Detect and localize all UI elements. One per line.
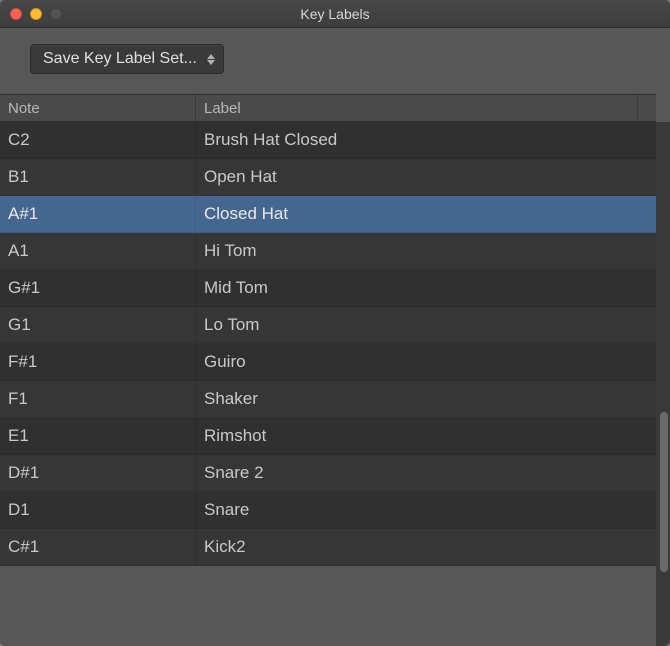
column-header-note[interactable]: Note: [0, 95, 196, 121]
table-row[interactable]: G1Lo Tom: [0, 307, 656, 344]
label-cell[interactable]: Closed Hat: [196, 204, 656, 224]
label-cell[interactable]: Kick2: [196, 537, 656, 557]
table-body: C2Brush Hat ClosedB1Open HatA#1Closed Ha…: [0, 122, 656, 566]
titlebar[interactable]: Key Labels: [0, 0, 670, 28]
note-cell[interactable]: A1: [0, 233, 196, 269]
note-cell[interactable]: D#1: [0, 455, 196, 491]
note-cell[interactable]: F1: [0, 381, 196, 417]
note-cell[interactable]: B1: [0, 159, 196, 195]
table: Note Label C2Brush Hat ClosedB1Open HatA…: [0, 94, 670, 646]
table-row[interactable]: F1Shaker: [0, 381, 656, 418]
table-row[interactable]: F#1Guiro: [0, 344, 656, 381]
table-row[interactable]: E1Rimshot: [0, 418, 656, 455]
table-row[interactable]: G#1Mid Tom: [0, 270, 656, 307]
note-cell[interactable]: G1: [0, 307, 196, 343]
label-cell[interactable]: Snare: [196, 500, 656, 520]
column-header-label[interactable]: Label: [196, 95, 638, 121]
label-cell[interactable]: Guiro: [196, 352, 656, 372]
note-cell[interactable]: C#1: [0, 529, 196, 565]
column-header-spacer: [638, 95, 656, 121]
dropdown-label: Save Key Label Set...: [43, 50, 197, 68]
table-row[interactable]: D#1Snare 2: [0, 455, 656, 492]
table-row[interactable]: A#1Closed Hat: [0, 196, 656, 233]
table-row[interactable]: C#1Kick2: [0, 529, 656, 566]
label-cell[interactable]: Brush Hat Closed: [196, 130, 656, 150]
note-cell[interactable]: C2: [0, 122, 196, 158]
scrollbar-track[interactable]: [656, 122, 670, 646]
note-cell[interactable]: A#1: [0, 196, 196, 232]
key-labels-window: Key Labels Save Key Label Set... Note La…: [0, 0, 670, 646]
minimize-window-button[interactable]: [30, 8, 42, 20]
window-title: Key Labels: [0, 6, 670, 22]
toolbar: Save Key Label Set...: [0, 28, 670, 94]
zoom-window-button: [50, 8, 62, 20]
label-cell[interactable]: Lo Tom: [196, 315, 656, 335]
label-cell[interactable]: Hi Tom: [196, 241, 656, 261]
note-cell[interactable]: D1: [0, 492, 196, 528]
table-row[interactable]: B1Open Hat: [0, 159, 656, 196]
note-cell[interactable]: G#1: [0, 270, 196, 306]
table-row[interactable]: C2Brush Hat Closed: [0, 122, 656, 159]
label-cell[interactable]: Rimshot: [196, 426, 656, 446]
key-label-set-dropdown[interactable]: Save Key Label Set...: [30, 44, 224, 74]
label-cell[interactable]: Snare 2: [196, 463, 656, 483]
note-cell[interactable]: E1: [0, 418, 196, 454]
table-header: Note Label: [0, 94, 656, 122]
table-row[interactable]: D1Snare: [0, 492, 656, 529]
table-row[interactable]: A1Hi Tom: [0, 233, 656, 270]
label-cell[interactable]: Open Hat: [196, 167, 656, 187]
label-cell[interactable]: Mid Tom: [196, 278, 656, 298]
traffic-lights: [0, 8, 62, 20]
scrollbar-thumb[interactable]: [660, 412, 668, 572]
label-cell[interactable]: Shaker: [196, 389, 656, 409]
close-window-button[interactable]: [10, 8, 22, 20]
note-cell[interactable]: F#1: [0, 344, 196, 380]
dropdown-arrows-icon: [207, 54, 215, 65]
